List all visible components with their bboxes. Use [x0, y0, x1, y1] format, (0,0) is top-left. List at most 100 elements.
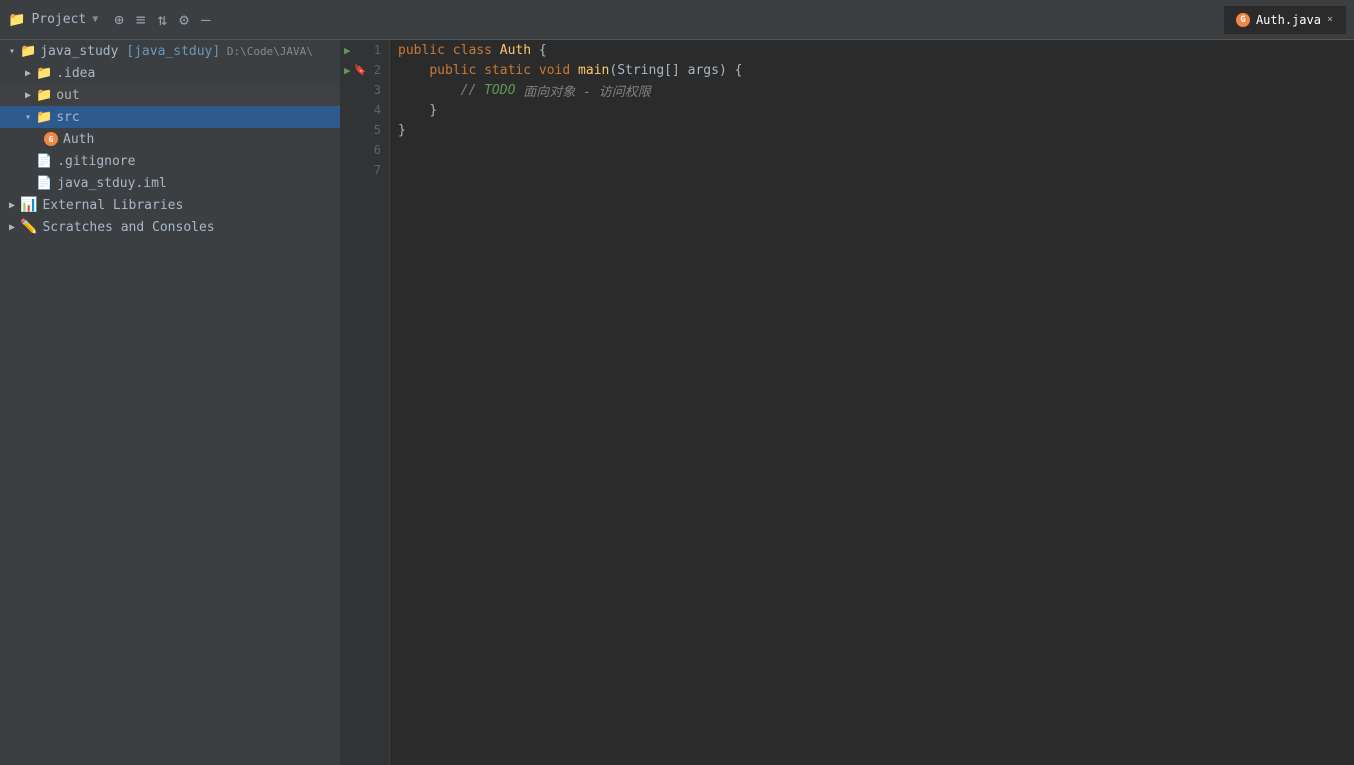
project-folder-icon: 📁	[8, 12, 25, 28]
line-number-3: 3	[374, 83, 381, 97]
class-auth: Auth	[500, 43, 539, 58]
tree-label-auth: Auth	[63, 132, 94, 147]
settings-icon[interactable]: ⚙	[179, 10, 189, 29]
gutter-line-7: 7	[340, 160, 389, 180]
arrow-extlib[interactable]: ▶	[4, 197, 20, 213]
code-line-2: public static void main ( String [] args…	[398, 60, 1354, 80]
code-area[interactable]: public class Auth { public static void m…	[390, 40, 1354, 765]
run-arrow-2[interactable]: ▶	[344, 64, 351, 77]
tree-label-out: out	[56, 88, 79, 103]
arrow-scratches[interactable]: ▶	[4, 219, 20, 235]
kw-void: void	[539, 63, 578, 78]
brace-close-inner: }	[429, 103, 437, 118]
project-label: Project	[31, 12, 86, 27]
tree-item-iml[interactable]: 📄 java_stduy.iml	[0, 172, 340, 194]
scratches-icon: ✏️	[20, 219, 37, 235]
tree-label-iml: java_stduy.iml	[57, 176, 167, 191]
tree-label-idea: .idea	[56, 66, 95, 81]
file-icon-gitignore: 📄	[36, 154, 52, 169]
tree-item-out[interactable]: ▶ 📁 out	[0, 84, 340, 106]
indent-4	[398, 103, 429, 118]
param-args: args	[688, 63, 719, 78]
line-number-5: 5	[374, 123, 381, 137]
tree-item-extlib[interactable]: ▶ 📊 External Libraries	[0, 194, 340, 216]
line-number-6: 6	[374, 143, 381, 157]
file-icon-iml: 📄	[36, 176, 52, 191]
java-file-icon-auth: G	[44, 132, 58, 146]
tree-item-java-study[interactable]: ▾ 📁 java_study [java_stduy] D:\Code\JAVA…	[0, 40, 340, 62]
arrow-src[interactable]: ▾	[20, 109, 36, 125]
tree-label-src: src	[56, 110, 79, 125]
tree-item-auth[interactable]: G Auth	[0, 128, 340, 150]
fn-main: main	[578, 63, 609, 78]
bookmark-2[interactable]: 🔖	[354, 65, 366, 76]
editor-panel[interactable]: ▶ 1 ▶ 🔖 2 3 4 5	[340, 40, 1354, 765]
comment-slash: //	[461, 83, 484, 98]
code-line-1: public class Auth {	[398, 40, 1354, 60]
code-line-7	[398, 160, 1354, 180]
add-icon[interactable]: ⊕	[114, 10, 124, 29]
project-dropdown-arrow[interactable]: ▼	[92, 14, 98, 25]
kw-static: static	[484, 63, 539, 78]
tab-close-button[interactable]: ×	[1327, 14, 1333, 25]
kw-class: class	[453, 43, 500, 58]
kw-public-2: public	[429, 63, 484, 78]
arrow-idea[interactable]: ▶	[20, 65, 36, 81]
tree-label-gitignore: .gitignore	[57, 154, 135, 169]
line-number-1: 1	[374, 43, 381, 57]
arrow-out[interactable]: ▶	[20, 87, 36, 103]
folder-icon-src: 📁	[36, 110, 52, 125]
gutter-line-5: 5	[340, 120, 389, 140]
arrow-gitignore	[20, 153, 36, 169]
type-string: String	[617, 63, 664, 78]
paren-close: )	[719, 63, 735, 78]
comment-todo-keyword: TODO	[484, 83, 523, 98]
collapse-all-icon[interactable]: ≡	[136, 10, 146, 29]
gutter-line-1: ▶ 1	[340, 40, 389, 60]
tree-item-scratches[interactable]: ▶ ✏️ Scratches and Consoles	[0, 216, 340, 238]
tab-filename: Auth.java	[1256, 13, 1321, 27]
brace-close-outer: }	[398, 123, 406, 138]
gutter-line-4: 4	[340, 100, 389, 120]
code-line-3: // TODO 面向对象 - 访问权限	[398, 80, 1354, 100]
tree-label-java-study: java_study [java_stduy] D:\Code\JAVA\	[40, 44, 313, 59]
line-number-4: 4	[374, 103, 381, 117]
main-layout: ▾ 📁 java_study [java_stduy] D:\Code\JAVA…	[0, 40, 1354, 765]
tree-item-idea[interactable]: ▶ 📁 .idea	[0, 62, 340, 84]
titlebar-action-icons: ⊕ ≡ ⇅ ⚙ —	[114, 10, 210, 29]
code-line-6	[398, 140, 1354, 160]
gutter-line-2: ▶ 🔖 2	[340, 60, 389, 80]
editor-content: ▶ 1 ▶ 🔖 2 3 4 5	[340, 40, 1354, 765]
project-header[interactable]: 📁 Project ▼	[8, 12, 98, 28]
arrow-iml	[20, 175, 36, 191]
run-arrow-1[interactable]: ▶	[344, 44, 351, 57]
line-number-2: 2	[374, 63, 381, 77]
folder-icon-out: 📁	[36, 88, 52, 103]
brace-open-2: {	[735, 63, 743, 78]
tab-bar-area: G Auth.java ×	[1224, 6, 1346, 34]
titlebar: 📁 Project ▼ ⊕ ≡ ⇅ ⚙ — G Auth.java ×	[0, 0, 1354, 40]
auth-java-tab[interactable]: G Auth.java ×	[1224, 6, 1346, 34]
project-tree: ▾ 📁 java_study [java_stduy] D:\Code\JAVA…	[0, 40, 340, 765]
brace-open-1: {	[539, 43, 547, 58]
tree-label-extlib: External Libraries	[42, 198, 183, 213]
tree-item-gitignore[interactable]: 📄 .gitignore	[0, 150, 340, 172]
gutter-line-6: 6	[340, 140, 389, 160]
folder-icon-idea: 📁	[36, 66, 52, 81]
sort-icon[interactable]: ⇅	[158, 10, 168, 29]
paren-open: (	[609, 63, 617, 78]
indent-3	[398, 83, 461, 98]
minimize-icon[interactable]: —	[201, 10, 211, 29]
tree-item-src[interactable]: ▾ 📁 src	[0, 106, 340, 128]
folder-icon-root: 📁	[20, 44, 36, 59]
line-number-7: 7	[374, 163, 381, 177]
indent-2	[398, 63, 429, 78]
arrow-java-study[interactable]: ▾	[4, 43, 20, 59]
bracket: []	[664, 63, 687, 78]
java-tab-icon: G	[1236, 13, 1250, 27]
kw-public-1: public	[398, 43, 453, 58]
comment-chinese: 面向对象 - 访问权限	[523, 81, 650, 100]
code-line-5: }	[398, 120, 1354, 140]
arrow-auth	[36, 131, 44, 147]
tree-label-scratches: Scratches and Consoles	[42, 220, 214, 235]
